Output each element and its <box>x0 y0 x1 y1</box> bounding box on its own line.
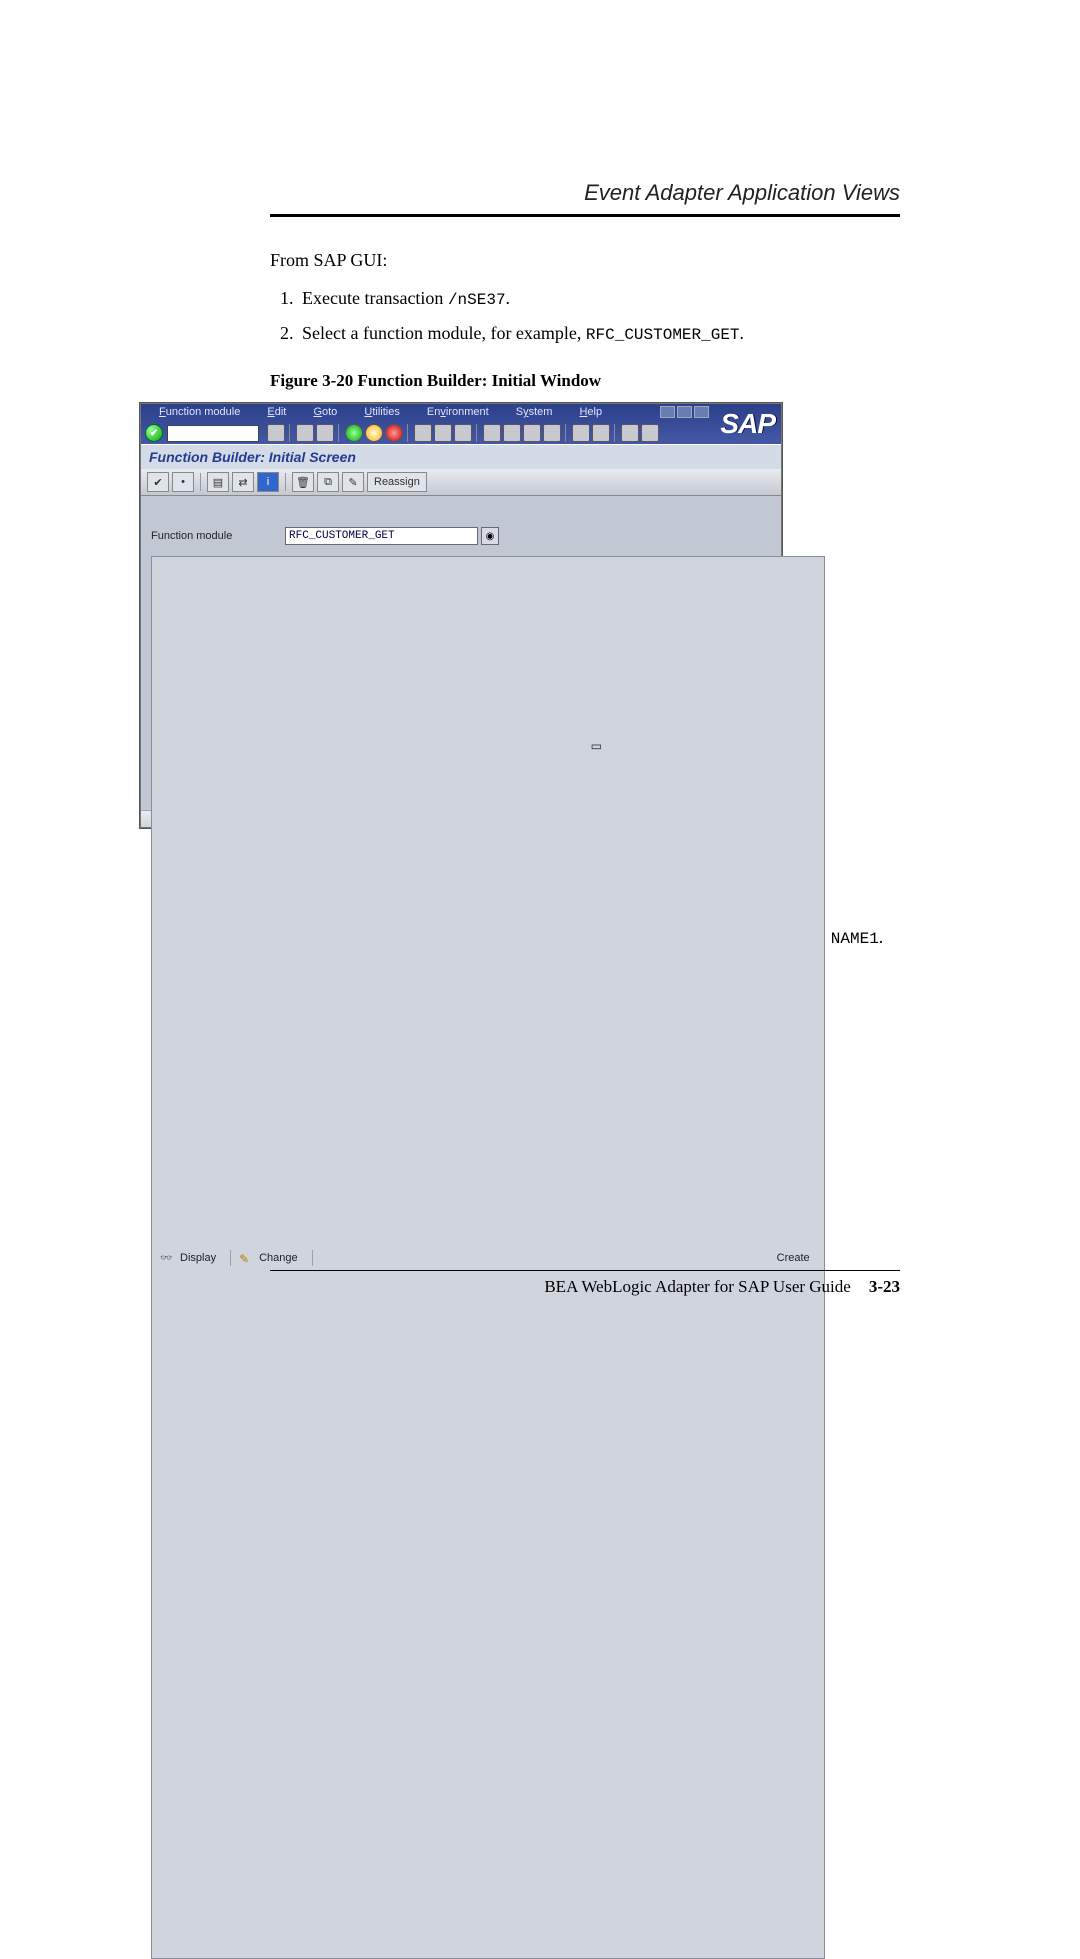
window-controls <box>660 406 709 418</box>
back-icon[interactable] <box>296 424 314 442</box>
create-label: Create <box>777 1252 810 1264</box>
rename-icon[interactable]: ✎ <box>342 472 364 492</box>
save-icon[interactable] <box>316 424 334 442</box>
pencil-icon <box>239 1252 253 1264</box>
header-rule <box>270 214 900 217</box>
shortcut-icon[interactable] <box>592 424 610 442</box>
nav-exit-icon[interactable] <box>365 424 383 442</box>
prev-page-icon[interactable] <box>503 424 521 442</box>
step-item: Select a function module, for example, R… <box>298 318 900 349</box>
code-literal: RFC_CUSTOMER_GET <box>586 326 740 344</box>
print-icon[interactable] <box>414 424 432 442</box>
menu-utilities[interactable]: Utilities <box>364 406 411 418</box>
layout-icon[interactable] <box>641 424 659 442</box>
restore-icon[interactable] <box>677 406 692 418</box>
object-dir-icon[interactable]: ⇄ <box>232 472 254 492</box>
find-next-icon[interactable] <box>454 424 472 442</box>
figure-caption: Figure 3-20 Function Builder: Initial Wi… <box>270 371 900 391</box>
check-icon[interactable]: ✔ <box>147 472 169 492</box>
where-used-icon[interactable]: ▤ <box>207 472 229 492</box>
activate-icon[interactable]: • <box>172 472 194 492</box>
code-literal: /nSE37 <box>448 291 506 309</box>
step-item: Execute transaction /nSE37. <box>298 283 900 314</box>
nav-cancel-icon[interactable] <box>385 424 403 442</box>
minimize-icon[interactable] <box>660 406 675 418</box>
menu-help[interactable]: Help <box>579 406 614 418</box>
reassign-button[interactable]: Reassign <box>367 472 427 492</box>
search-help-icon[interactable]: ◉ <box>481 527 499 545</box>
page-icon <box>321 559 771 1956</box>
last-page-icon[interactable] <box>543 424 561 442</box>
footer-page-number: 3-23 <box>869 1277 900 1297</box>
dropdown-icon[interactable] <box>267 424 285 442</box>
action-button-row: Display Change Create <box>151 556 825 1959</box>
menu-edit[interactable]: Edit <box>267 406 298 418</box>
function-module-input[interactable]: RFC_CUSTOMER_GET <box>285 527 478 545</box>
new-session-icon[interactable] <box>572 424 590 442</box>
display-label: Display <box>180 1252 216 1264</box>
first-page-icon[interactable] <box>483 424 501 442</box>
create-button[interactable]: Create <box>313 557 824 1958</box>
function-module-label: Function module <box>151 530 232 542</box>
info-icon[interactable]: i <box>257 472 279 492</box>
sap-logo: SAP <box>720 404 775 444</box>
nav-back-icon[interactable] <box>345 424 363 442</box>
footer-title: BEA WebLogic Adapter for SAP User Guide <box>544 1277 850 1297</box>
page-footer: BEA WebLogic Adapter for SAP User Guide … <box>270 1264 900 1297</box>
next-page-icon[interactable] <box>523 424 541 442</box>
menu-function-module[interactable]: Function module <box>159 406 252 418</box>
menu-goto[interactable]: Goto <box>313 406 349 418</box>
sap-standard-toolbar: ✔ <box>145 424 659 442</box>
footer-rule <box>270 1270 900 1271</box>
close-icon[interactable] <box>694 406 709 418</box>
section-header: Event Adapter Application Views <box>270 180 900 206</box>
enter-icon[interactable]: ✔ <box>145 424 163 442</box>
menu-system[interactable]: System <box>516 406 565 418</box>
sap-menubar[interactable]: Function module Edit Goto Utilities Envi… <box>159 406 626 418</box>
sap-titlebar: Function module Edit Goto Utilities Envi… <box>141 404 781 444</box>
steps-list-a: Execute transaction /nSE37. Select a func… <box>270 283 900 349</box>
command-field[interactable] <box>167 425 259 442</box>
copy-icon[interactable]: ⧉ <box>317 472 339 492</box>
sap-app-toolbar: ✔ • ▤ ⇄ i 🗑 ⧉ ✎ Reassign <box>141 469 781 496</box>
delete-icon[interactable]: 🗑 <box>292 472 314 492</box>
help-icon[interactable] <box>621 424 639 442</box>
intro-text: From SAP GUI: <box>270 247 900 275</box>
find-icon[interactable] <box>434 424 452 442</box>
glasses-icon <box>160 1252 174 1264</box>
sap-screenshot: Function module Edit Goto Utilities Envi… <box>140 403 782 828</box>
change-label: Change <box>259 1252 298 1264</box>
sap-screen-title: Function Builder: Initial Screen <box>141 444 781 469</box>
menu-environment[interactable]: Environment <box>427 406 501 418</box>
display-button[interactable]: Display <box>152 1250 231 1266</box>
sap-client-area: Function module RFC_CUSTOMER_GET ◉ Displ… <box>141 496 781 810</box>
